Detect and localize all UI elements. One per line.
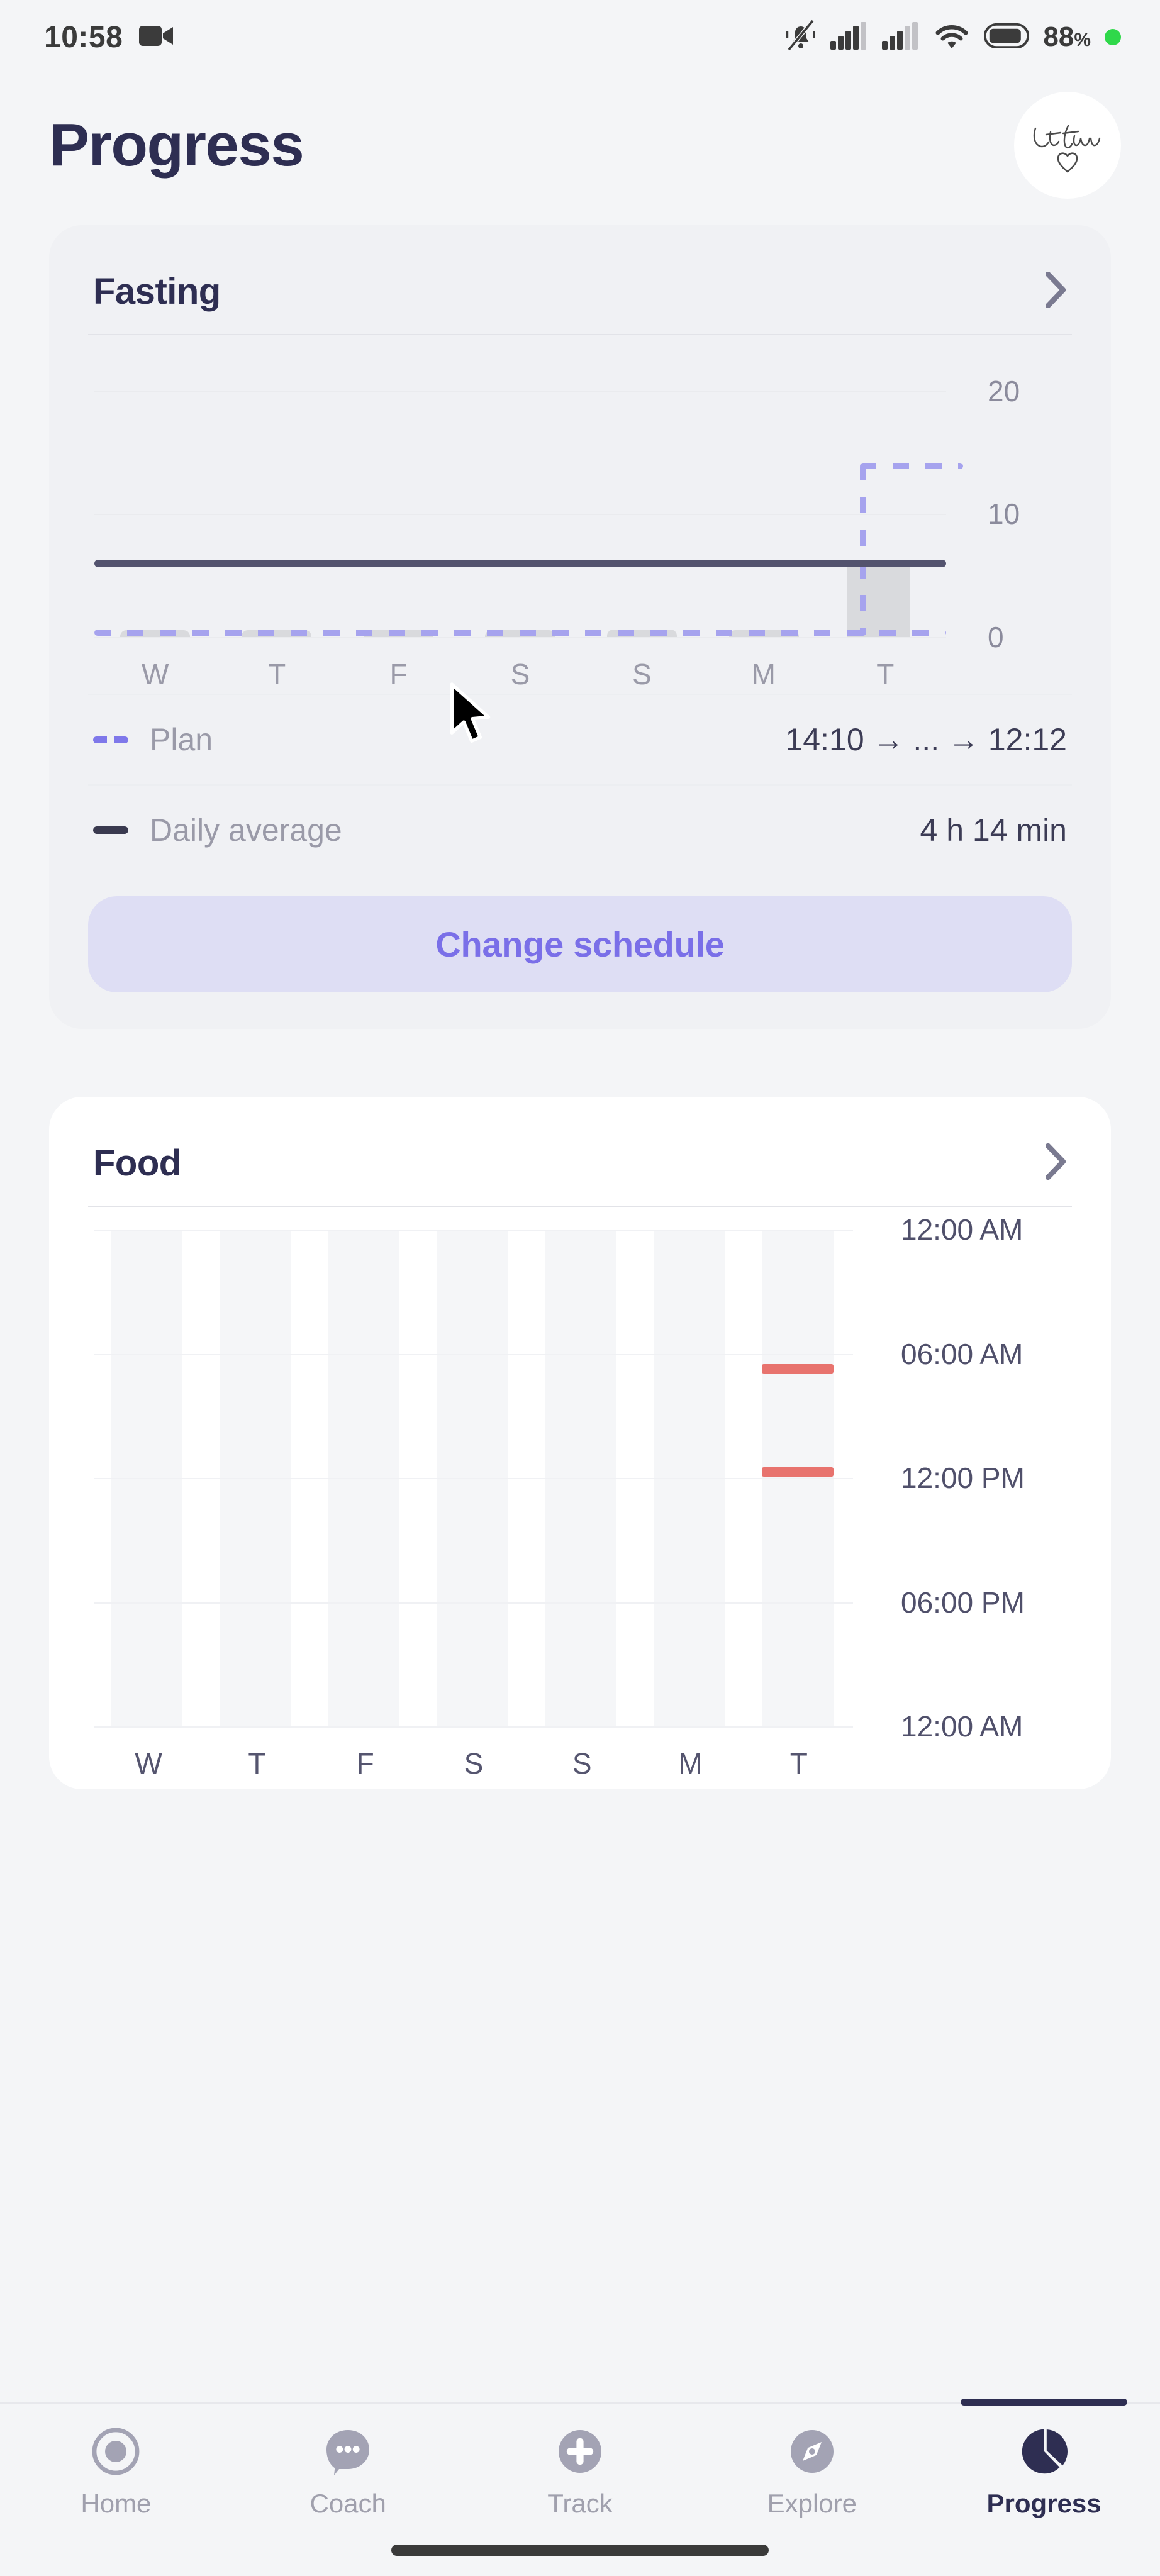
plan-row: Plan 14:10 → ... → 12:12 xyxy=(88,695,1072,784)
page-header: Progress xyxy=(0,74,1160,225)
food-x-axis: W T F S S M T xyxy=(94,1746,853,1780)
page-title: Progress xyxy=(49,111,304,179)
nav-label-coach: Coach xyxy=(310,2489,386,2518)
daily-average-row: Daily average 4 h 14 min xyxy=(88,786,1072,875)
food-xtick-w: W xyxy=(135,1747,162,1780)
nav-item-home[interactable]: Home xyxy=(0,2404,232,2519)
xtick-m: M xyxy=(751,658,776,691)
green-recording-dot xyxy=(1105,29,1121,45)
plan-label: Plan xyxy=(150,722,213,757)
mouse-cursor xyxy=(448,682,497,751)
status-bar-left: 10:58 xyxy=(44,20,174,55)
home-indicator xyxy=(391,2545,769,2556)
nav-label-progress: Progress xyxy=(986,2489,1101,2518)
xtick-t1: T xyxy=(268,658,286,691)
fasting-y-axis: 20 10 0 xyxy=(94,367,1072,653)
daily-average-label: Daily average xyxy=(150,813,342,848)
battery-icon xyxy=(984,23,1030,52)
bottom-navigation: Home Coach Track Explore Progress xyxy=(0,2399,1160,2576)
heart-icon xyxy=(1057,152,1078,173)
food-card-header[interactable]: Food xyxy=(88,1126,1072,1206)
cellular-signal-icon xyxy=(830,21,868,53)
plan-dash-swatch-icon xyxy=(93,736,128,743)
wifi-icon xyxy=(934,22,970,53)
ytick-0: 0 xyxy=(988,621,1004,653)
nav-label-home: Home xyxy=(81,2489,152,2518)
ytick-10: 10 xyxy=(988,497,1020,531)
active-tab-indicator xyxy=(960,2399,1128,2406)
xtick-f: F xyxy=(389,658,408,691)
nav-item-track[interactable]: Track xyxy=(464,2404,696,2519)
food-ytick-12am-top: 12:00 AM xyxy=(901,1213,1023,1246)
xtick-w: W xyxy=(142,658,169,691)
food-xtick-s1: S xyxy=(464,1747,484,1780)
food-y-axis: 12:00 AM 06:00 AM 12:00 PM 06:00 PM 12:0… xyxy=(94,1213,1072,1743)
chevron-right-icon[interactable] xyxy=(1045,1143,1067,1183)
gridline-0 xyxy=(94,637,946,638)
food-xtick-s2: S xyxy=(572,1747,592,1780)
nav-item-explore[interactable]: Explore xyxy=(696,2404,928,2519)
xtick-s2: S xyxy=(632,658,652,691)
daily-average-value: 4 h 14 min xyxy=(920,813,1067,848)
let-them-script-icon xyxy=(1033,125,1101,173)
fasting-card-header[interactable]: Fasting xyxy=(88,254,1072,334)
bell-muted-icon xyxy=(785,19,817,55)
avatar[interactable] xyxy=(1014,92,1121,199)
status-bar-right: 88% xyxy=(785,19,1121,55)
nav-item-progress[interactable]: Progress xyxy=(928,2399,1160,2519)
xtick-t2: T xyxy=(876,658,895,691)
food-xtick-t2: T xyxy=(789,1747,808,1780)
fasting-x-axis: W T F S S M T xyxy=(94,657,946,691)
daily-average-swatch-icon xyxy=(93,826,128,834)
cellular-signal-icon xyxy=(882,21,920,53)
food-ytick-12pm: 12:00 PM xyxy=(901,1462,1025,1494)
change-schedule-button[interactable]: Change schedule xyxy=(88,896,1072,992)
chevron-right-icon[interactable] xyxy=(1045,271,1067,311)
chat-bubble-icon xyxy=(323,2426,373,2480)
fasting-card: Fasting 20 10 0 W T F S S M T Plan 14:10… xyxy=(49,225,1111,1029)
fasting-card-title: Fasting xyxy=(93,271,221,312)
food-chart: 12:00 AM 06:00 AM 12:00 PM 06:00 PM 12:0… xyxy=(88,1213,1072,1783)
fasting-header-divider xyxy=(88,334,1072,335)
food-gridline-12am-bot xyxy=(94,1726,853,1728)
food-xtick-t1: T xyxy=(248,1747,266,1780)
food-ytick-6am: 06:00 AM xyxy=(901,1337,1023,1370)
status-bar: 10:58 88% xyxy=(0,0,1160,74)
food-ytick-12am-bot: 12:00 AM xyxy=(901,1710,1023,1743)
plus-circle-icon xyxy=(555,2426,605,2480)
ytick-20: 20 xyxy=(988,375,1020,408)
food-ytick-6pm: 06:00 PM xyxy=(901,1585,1025,1619)
food-card-title: Food xyxy=(93,1143,181,1184)
video-camera-icon xyxy=(139,23,174,52)
food-card: Food 12:00 AM 06:00 AM 12:00 PM 06:00 PM… xyxy=(49,1097,1111,1789)
nav-item-coach[interactable]: Coach xyxy=(232,2404,464,2519)
food-xtick-m: M xyxy=(678,1747,703,1780)
target-circle-icon xyxy=(91,2426,141,2480)
pie-chart-icon xyxy=(1019,2426,1069,2480)
nav-label-track: Track xyxy=(547,2489,613,2518)
nav-label-explore: Explore xyxy=(767,2489,857,2518)
food-xtick-f: F xyxy=(356,1747,374,1780)
battery-percent: 88% xyxy=(1043,21,1091,52)
plan-value: 14:10 → ... → 12:12 xyxy=(785,722,1068,757)
food-header-divider xyxy=(88,1206,1072,1207)
fasting-chart: 20 10 0 W T F S S M T xyxy=(88,341,1072,694)
compass-icon xyxy=(787,2426,837,2480)
status-time: 10:58 xyxy=(44,20,123,54)
